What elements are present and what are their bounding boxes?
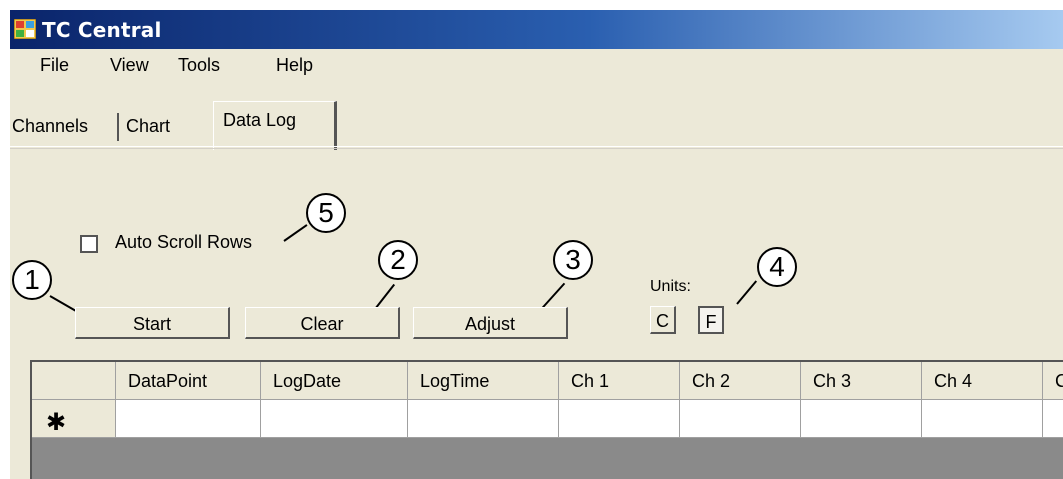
callout-4-leader <box>736 280 758 305</box>
units-label: Units: <box>650 278 691 295</box>
callout-2: 2 <box>378 240 418 280</box>
menu-file[interactable]: File <box>40 55 69 76</box>
menu-tools[interactable]: Tools <box>178 55 220 76</box>
menu-bar: File View Tools Help <box>10 49 1063 83</box>
column-header-partial[interactable]: C <box>1043 362 1063 400</box>
clear-button[interactable]: Clear <box>245 307 400 339</box>
grid-cell[interactable] <box>116 400 261 438</box>
tab-underline-shade <box>10 148 1063 149</box>
menu-help[interactable]: Help <box>276 55 313 76</box>
callout-5: 5 <box>306 193 346 233</box>
grid-cell[interactable] <box>801 400 922 438</box>
menu-view[interactable]: View <box>110 55 149 76</box>
start-button[interactable]: Start <box>75 307 230 339</box>
unit-fahrenheit-button[interactable]: F <box>698 306 724 334</box>
callout-5-leader <box>283 224 308 242</box>
tab-data-log[interactable]: Data Log <box>223 110 296 131</box>
grid-cell[interactable] <box>261 400 408 438</box>
title-bar[interactable]: TC Central <box>10 10 1063 49</box>
data-log-grid: DataPoint LogDate LogTime Ch 1 Ch 2 Ch 3… <box>30 360 1063 479</box>
tab-separator <box>117 113 119 141</box>
grid-cell[interactable] <box>680 400 801 438</box>
grid-header-row: DataPoint LogDate LogTime Ch 1 Ch 2 Ch 3… <box>32 362 1063 400</box>
column-header-ch3[interactable]: Ch 3 <box>801 362 922 400</box>
app-window: TC Central File View Tools Help Channels… <box>10 10 1063 479</box>
column-header-ch4[interactable]: Ch 4 <box>922 362 1043 400</box>
grid-cell[interactable] <box>408 400 559 438</box>
tab-chart[interactable]: Chart <box>126 116 170 137</box>
app-window-icon <box>13 18 37 40</box>
grid-cell[interactable] <box>922 400 1043 438</box>
column-header-ch2[interactable]: Ch 2 <box>680 362 801 400</box>
column-header-datapoint[interactable]: DataPoint <box>116 362 261 400</box>
row-header-cell[interactable]: ✱ <box>32 400 116 438</box>
column-header-ch1[interactable]: Ch 1 <box>559 362 680 400</box>
column-header-logdate[interactable]: LogDate <box>261 362 408 400</box>
grid-cell[interactable] <box>559 400 680 438</box>
auto-scroll-label: Auto Scroll Rows <box>115 232 253 252</box>
grid-cell[interactable] <box>1043 400 1063 438</box>
callout-3: 3 <box>553 240 593 280</box>
adjust-button[interactable]: Adjust <box>413 307 568 339</box>
callout-1: 1 <box>12 260 52 300</box>
new-row-icon: ✱ <box>46 409 67 436</box>
unit-celsius-button[interactable]: C <box>650 306 676 334</box>
grid-corner-cell <box>32 362 116 400</box>
window-title: TC Central <box>42 18 162 42</box>
callout-4: 4 <box>757 247 797 287</box>
grid-new-row[interactable]: ✱ <box>32 400 1063 438</box>
tab-underline <box>10 146 1063 147</box>
column-header-logtime[interactable]: LogTime <box>408 362 559 400</box>
auto-scroll-checkbox[interactable] <box>80 235 98 253</box>
tab-channels[interactable]: Channels <box>12 116 88 137</box>
